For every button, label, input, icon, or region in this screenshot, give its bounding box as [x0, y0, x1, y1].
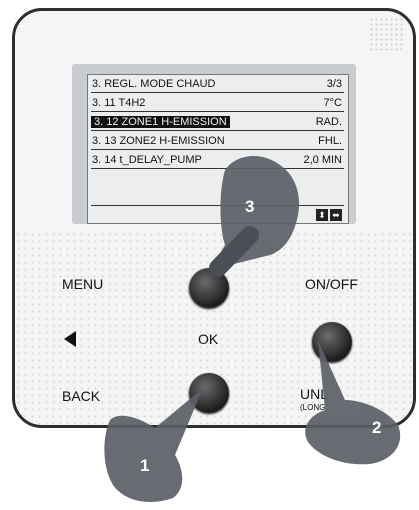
- row-label: 3. 11 T4H2: [92, 97, 146, 109]
- row-label: 3. 12 ZONE1 H-EMISSION: [91, 116, 230, 128]
- step-2-badge: 2: [372, 418, 382, 437]
- screen-title: 3. REGL. MODE CHAUD: [92, 78, 216, 90]
- menu-row[interactable]: 3. 13 ZONE2 H-EMISSION FHL.: [91, 133, 344, 150]
- screen-title-row: 3. REGL. MODE CHAUD 3/3: [91, 76, 344, 93]
- row-label: 3. 13 ZONE2 H-EMISSION: [92, 135, 225, 147]
- left-right-arrow-icon: ⬌: [330, 209, 342, 221]
- hand-pointer-1-icon: [104, 388, 203, 502]
- ok-button-label: OK: [198, 331, 219, 347]
- row-value: RAD.: [315, 116, 342, 128]
- row-value: 7°C: [323, 97, 342, 109]
- step-3-badge: 3: [245, 197, 255, 216]
- menu-row-selected[interactable]: 3. 12 ZONE1 H-EMISSION RAD.: [91, 114, 344, 131]
- left-arrow-icon[interactable]: [64, 331, 76, 347]
- menu-row[interactable]: 3. 11 T4H2 7°C: [91, 95, 344, 112]
- row-label: 3. 14 t_DELAY_PUMP: [92, 154, 202, 166]
- menu-button-label: MENU: [62, 276, 104, 292]
- page-indicator: 3/3: [326, 78, 342, 90]
- step-1-badge: 1: [140, 456, 150, 475]
- speaker-grille: [369, 17, 405, 51]
- hand-pointer-2-icon: [305, 340, 401, 465]
- hand-pointer-3-icon: [209, 155, 300, 277]
- row-value: FHL.: [318, 135, 342, 147]
